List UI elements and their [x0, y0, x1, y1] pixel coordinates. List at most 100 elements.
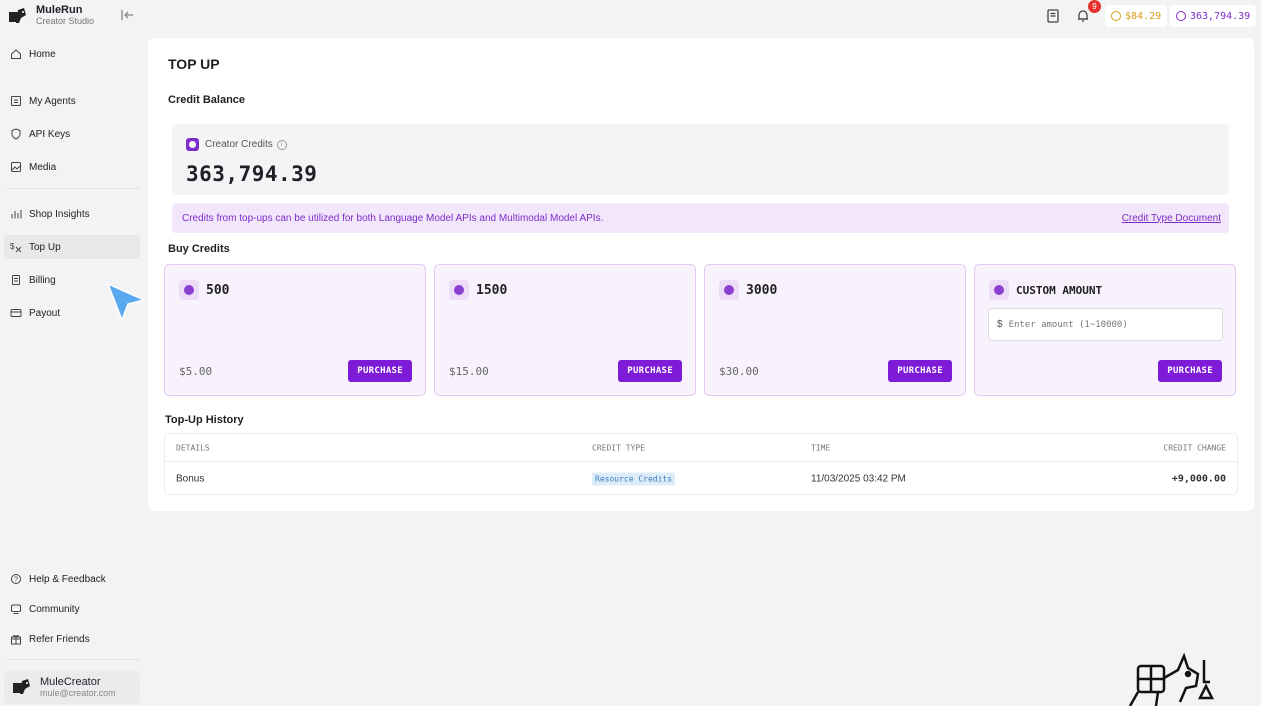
credits-balance-pill[interactable]: 363,794.39: [1170, 5, 1257, 27]
package-price: $30.00: [719, 365, 759, 378]
row-time: 11/03/2025 03:42 PM: [811, 473, 906, 484]
sidebar-item-label: Media: [29, 161, 57, 173]
creator-credits-label: Creator Credits: [205, 139, 273, 150]
package-amount: 500: [206, 282, 230, 298]
user-name: MuleCreator: [40, 675, 101, 688]
svg-text:?: ?: [14, 577, 18, 584]
sidebar-item-label: Home: [29, 48, 56, 60]
creator-credits-icon: [186, 138, 199, 151]
brand[interactable]: MuleRun Creator Studio: [8, 4, 94, 27]
purchase-button[interactable]: PURCHASE: [348, 360, 412, 382]
credits-notice: Credits from top-ups can be utilized for…: [172, 203, 1229, 233]
sidebar-item-top-up[interactable]: $ Top Up: [4, 235, 140, 259]
package-card-3000[interactable]: 3000 $30.00 PURCHASE: [704, 264, 966, 396]
custom-amount-title: CUSTOM AMOUNT: [1016, 283, 1103, 297]
docs-icon[interactable]: [1045, 8, 1061, 24]
sidebar: MuleRun Creator Studio Home My Agents AP…: [0, 0, 148, 706]
sidebar-item-label: Shop Insights: [29, 208, 90, 220]
sidebar-item-refer-friends[interactable]: Refer Friends: [4, 627, 140, 651]
notification-badge: 9: [1088, 0, 1101, 13]
main-panel: TOP UP Credit Balance Creator Credits i …: [148, 38, 1254, 511]
purchase-button[interactable]: PURCHASE: [618, 360, 682, 382]
credit-type-badge: Resource Credits: [592, 472, 676, 485]
sidebar-item-my-agents[interactable]: My Agents: [4, 89, 140, 113]
column-header-details: DETAILS: [176, 443, 210, 452]
purchase-button[interactable]: PURCHASE: [888, 360, 952, 382]
sidebar-item-label: Payout: [29, 307, 61, 319]
purchase-button[interactable]: PURCHASE: [1158, 360, 1222, 382]
column-header-time: TIME: [811, 443, 831, 452]
sidebar-divider: [6, 188, 140, 189]
sidebar-item-label: Help & Feedback: [29, 573, 106, 585]
image-icon: [11, 162, 21, 172]
home-icon: [11, 49, 21, 59]
credits-coin-icon: [449, 280, 469, 300]
credit-balance-heading: Credit Balance: [168, 94, 246, 106]
billing-icon: [12, 275, 20, 285]
community-icon: [11, 604, 21, 614]
credits-coin-icon: [989, 280, 1009, 300]
shield-icon: [11, 128, 21, 140]
row-details: Bonus: [176, 473, 205, 484]
help-icon: ?: [11, 574, 21, 584]
sidebar-item-label: API Keys: [29, 128, 71, 140]
sidebar-item-label: My Agents: [29, 95, 76, 107]
column-header-credit-type: CREDIT TYPE: [592, 443, 645, 452]
creator-credits-value: 363,794.39: [186, 162, 318, 186]
sidebar-item-community[interactable]: Community: [4, 597, 140, 621]
notice-text: Credits from top-ups can be utilized for…: [182, 212, 604, 224]
usd-balance: $84.29: [1125, 10, 1162, 22]
column-header-credit-change: CREDIT CHANGE: [1163, 443, 1226, 452]
credit-balance-card: Creator Credits i 363,794.39: [172, 124, 1229, 195]
topup-history-table: DETAILS CREDIT TYPE TIME CREDIT CHANGE B…: [164, 433, 1238, 495]
package-card-500[interactable]: 500 $5.00 PURCHASE: [164, 264, 426, 396]
sidebar-item-label: Top Up: [29, 241, 61, 253]
svg-text:$: $: [10, 242, 15, 251]
package-price: $15.00: [449, 365, 489, 378]
sidebar-divider: [6, 659, 140, 660]
package-amount: 3000: [746, 282, 778, 298]
sidebar-item-api-keys[interactable]: API Keys: [4, 122, 140, 146]
sidebar-item-home[interactable]: Home: [4, 42, 140, 66]
avatar: [13, 679, 30, 694]
collapse-sidebar-icon[interactable]: [120, 8, 134, 22]
topup-history-heading: Top-Up History: [165, 414, 244, 426]
sidebar-item-help-feedback[interactable]: ? Help & Feedback: [4, 567, 140, 591]
package-card-1500[interactable]: 1500 $15.00 PURCHASE: [434, 264, 696, 396]
credit-type-document-link[interactable]: Credit Type Document: [1122, 213, 1221, 224]
page-title: TOP UP: [168, 56, 220, 72]
sidebar-item-shop-insights[interactable]: Shop Insights: [4, 202, 140, 226]
table-header: DETAILS CREDIT TYPE TIME CREDIT CHANGE: [165, 434, 1237, 462]
topup-icon: $: [10, 242, 22, 253]
custom-amount-field[interactable]: $: [988, 308, 1223, 341]
sidebar-item-label: Billing: [29, 274, 56, 286]
custom-amount-input[interactable]: [1008, 319, 1209, 330]
brand-name: MuleRun: [36, 4, 83, 16]
usd-balance-pill[interactable]: $84.29: [1105, 5, 1168, 27]
sidebar-item-media[interactable]: Media: [4, 155, 140, 179]
mouse-pointer-icon: [106, 282, 147, 323]
sidebar-item-label: Community: [29, 603, 80, 615]
creator-credits-label-row: Creator Credits i: [186, 138, 287, 151]
package-price: $5.00: [179, 365, 213, 378]
credits-coin-icon: [179, 280, 199, 300]
mule-logo-icon: [9, 7, 26, 23]
row-credit-change: +9,000.00: [1171, 473, 1226, 484]
info-icon[interactable]: i: [276, 139, 287, 150]
sidebar-item-label: Refer Friends: [29, 633, 90, 645]
mule-mascot-icon: [1128, 652, 1215, 706]
credits-coin-icon: [719, 280, 739, 300]
custom-amount-card: CUSTOM AMOUNT $ PURCHASE: [974, 264, 1236, 396]
gift-icon: [11, 634, 21, 645]
table-row: Bonus Resource Credits 11/03/2025 03:42 …: [165, 462, 1237, 495]
agents-icon: [11, 96, 21, 106]
brand-subtitle: Creator Studio: [36, 16, 95, 26]
package-amount: 1500: [476, 282, 508, 298]
coin-icon: [1111, 11, 1121, 21]
user-email: mule@creator.com: [40, 687, 116, 698]
credits-balance: 363,794.39: [1190, 10, 1251, 22]
buy-credits-heading: Buy Credits: [168, 243, 230, 255]
currency-symbol: $: [997, 319, 1003, 330]
user-profile[interactable]: MuleCreator mule@creator.com: [4, 670, 140, 704]
card-icon: [10, 309, 22, 317]
